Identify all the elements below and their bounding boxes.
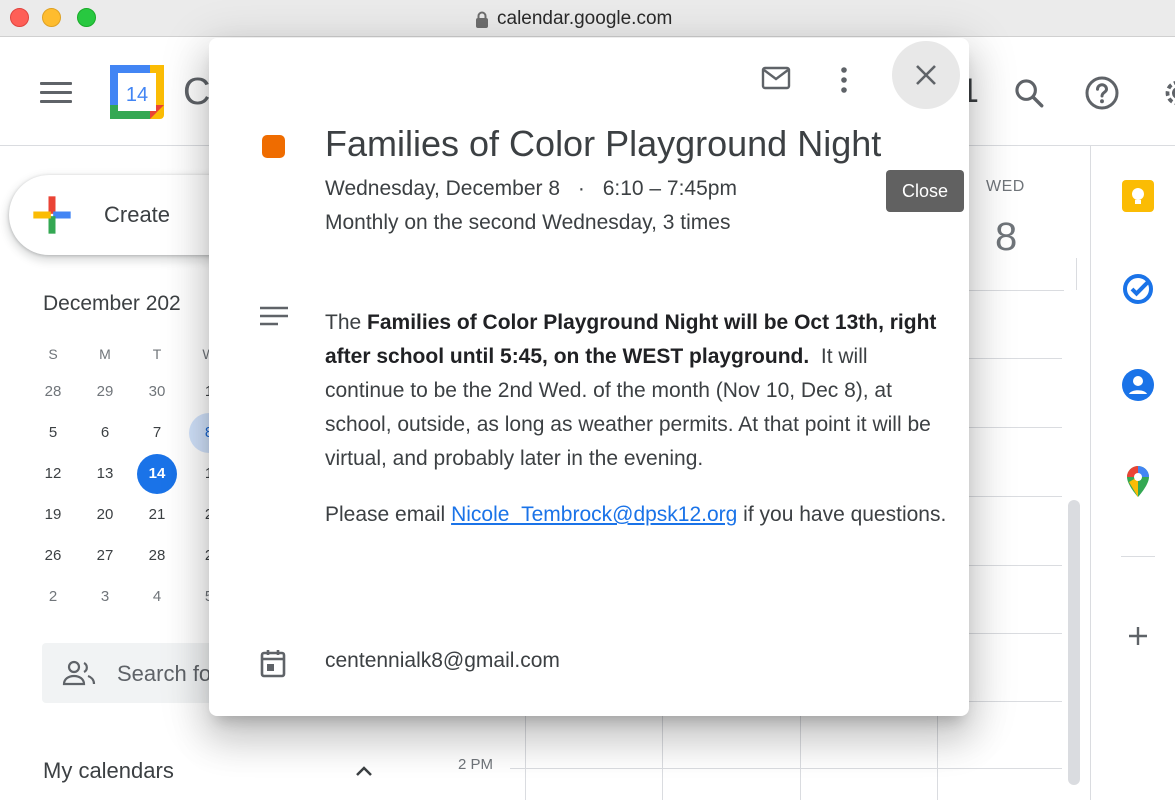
keep-icon[interactable] <box>1121 179 1155 213</box>
side-panel <box>1090 146 1175 800</box>
mini-calendar-day[interactable]: 2 <box>33 577 73 617</box>
mini-calendar-day[interactable]: 14 <box>137 454 177 494</box>
mini-calendar-title: December 202 <box>43 292 181 315</box>
maps-icon[interactable] <box>1121 464 1155 500</box>
mini-calendar-day[interactable]: 28 <box>33 372 73 412</box>
datetime-separator: · <box>577 177 585 200</box>
my-calendars-heading[interactable]: My calendars <box>43 758 174 784</box>
event-details-popup: Close Families of Color Playground Night… <box>209 38 969 716</box>
calendar-icon <box>260 650 286 678</box>
mini-calendar-day[interactable]: 29 <box>85 372 125 412</box>
day-number[interactable]: 8 <box>995 215 1017 260</box>
mini-calendar-day[interactable]: 27 <box>85 536 125 576</box>
close-window-button[interactable] <box>10 8 29 27</box>
description-icon <box>260 306 288 326</box>
help-icon[interactable] <box>1084 75 1120 111</box>
lock-icon <box>476 11 488 28</box>
event-date: Wednesday, December 8 <box>325 177 561 200</box>
tasks-icon[interactable] <box>1121 272 1155 306</box>
event-title: Families of Color Playground Night <box>325 123 882 164</box>
grid-line <box>969 496 1062 497</box>
add-icon[interactable] <box>1121 619 1155 653</box>
grid-column-line <box>525 716 526 800</box>
contacts-icon[interactable] <box>1121 368 1155 402</box>
zoom-window-button[interactable] <box>77 8 96 27</box>
mini-calendar-day[interactable]: 28 <box>137 536 177 576</box>
browser-titlebar: calendar.google.com <box>0 0 1175 37</box>
search-icon[interactable] <box>1012 76 1046 110</box>
mini-calendar-weekday: T <box>152 346 162 362</box>
mini-calendar-day[interactable]: 20 <box>85 495 125 535</box>
description-paragraph: The Families of Color Playground Night w… <box>325 311 937 470</box>
grid-line <box>510 768 1062 769</box>
mini-calendar-day[interactable]: 4 <box>137 577 177 617</box>
day-name-wed: WED <box>986 178 1025 195</box>
grid-column-line <box>937 716 938 800</box>
event-recurrence: Monthly on the second Wednesday, 3 times <box>325 211 731 234</box>
close-button[interactable] <box>892 41 960 109</box>
grid-line <box>969 633 1062 634</box>
close-tooltip: Close <box>886 170 964 212</box>
mail-icon[interactable] <box>761 66 791 90</box>
search-people-placeholder: Search fo <box>117 661 212 686</box>
mini-calendar-weekday: M <box>99 346 111 362</box>
mini-calendar-day[interactable]: 30 <box>137 372 177 412</box>
grid-line <box>969 427 1062 428</box>
calendar-owner: centennialk8@gmail.com <box>325 649 560 672</box>
event-time: 6:10 – 7:45pm <box>602 177 737 200</box>
mini-calendar-day[interactable]: 13 <box>85 454 125 494</box>
mini-calendar-day[interactable]: 6 <box>85 413 125 453</box>
grid-line <box>969 358 1062 359</box>
calendar-logo-icon[interactable]: 14 <box>110 65 164 119</box>
grid-line <box>969 290 1064 291</box>
mini-calendar-day[interactable]: 19 <box>33 495 73 535</box>
address-bar[interactable]: calendar.google.com <box>475 8 672 30</box>
mini-calendar-day[interactable]: 26 <box>33 536 73 576</box>
grid-line <box>969 565 1062 566</box>
create-label: Create <box>104 202 171 227</box>
chevron-up-icon[interactable] <box>352 760 376 784</box>
app-title: C <box>183 71 211 113</box>
create-plus-icon <box>33 196 71 234</box>
email-link[interactable]: Nicole_Tembrock@dpsk12.org <box>451 503 737 526</box>
mini-calendar-weekday: S <box>48 346 58 362</box>
mini-calendar-day[interactable]: 21 <box>137 495 177 535</box>
url-text: calendar.google.com <box>497 8 673 29</box>
settings-icon[interactable] <box>1160 75 1175 111</box>
side-divider <box>1121 556 1155 557</box>
grid-column-line <box>662 716 663 800</box>
close-icon <box>916 65 936 85</box>
people-icon <box>62 660 96 686</box>
grid-scrollbar[interactable] <box>1068 500 1080 785</box>
more-vert-icon[interactable] <box>833 66 855 94</box>
grid-divider <box>1076 258 1077 290</box>
grid-line <box>969 701 1062 702</box>
mini-calendar-day[interactable]: 5 <box>33 413 73 453</box>
minimize-window-button[interactable] <box>42 8 61 27</box>
hamburger-icon[interactable] <box>40 82 72 104</box>
grid-column-line <box>800 716 801 800</box>
event-datetime: Wednesday, December 8 · 6:10 – 7:45pm <box>325 177 737 201</box>
mini-calendar-day[interactable]: 7 <box>137 413 177 453</box>
event-description: The Families of Color Playground Night w… <box>325 306 950 554</box>
description-paragraph: Please email Nicole_Tembrock@dpsk12.org … <box>325 503 947 526</box>
logo-day: 14 <box>126 84 148 106</box>
mini-calendar-day[interactable]: 12 <box>33 454 73 494</box>
time-label: 2 PM <box>458 756 494 773</box>
mini-calendar-day[interactable]: 3 <box>85 577 125 617</box>
event-color-swatch <box>262 135 285 158</box>
